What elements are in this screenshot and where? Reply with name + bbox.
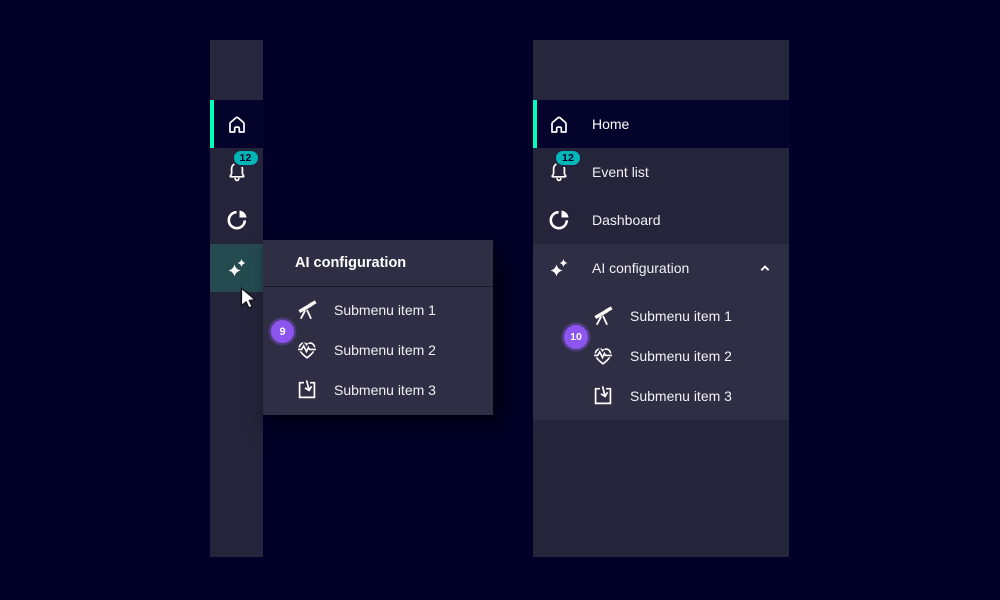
nav-item-label: AI configuration: [592, 260, 689, 276]
telescope-icon: [295, 298, 319, 322]
bell-icon-wrap: 12: [225, 160, 249, 184]
heart-pulse-icon: [295, 338, 319, 362]
submenu-item-3[interactable]: Submenu item 3: [533, 376, 789, 416]
expanded-sidebar: Home 12 Event list Dashb: [533, 40, 789, 557]
expanded-sidebar-header: [533, 40, 789, 100]
nav-item-label: Home: [592, 116, 629, 132]
telescope-icon: [591, 304, 615, 328]
app-background: 12 AI configuration: [0, 0, 1000, 600]
submenu-item-label: Submenu item 1: [630, 308, 732, 324]
step-badge-9: 9: [271, 320, 294, 343]
submenu-item-label: Submenu item 3: [630, 388, 732, 404]
home-icon: [547, 112, 571, 136]
ai-configuration-submenu: Submenu item 1 Submenu item 2: [533, 292, 789, 420]
flyout-item-label: Submenu item 2: [334, 342, 436, 358]
piechart-icon: [225, 208, 249, 232]
rail-item-dashboard[interactable]: [210, 196, 263, 244]
box-import-icon: [295, 378, 319, 402]
collapsed-sidebar-header: [210, 40, 263, 100]
sidebar-filler: [533, 420, 789, 557]
nav-item-home[interactable]: Home: [533, 100, 789, 148]
nav-item-dashboard[interactable]: Dashboard: [533, 196, 789, 244]
nav-item-label: Dashboard: [592, 212, 661, 228]
heart-pulse-icon: [591, 344, 615, 368]
flyout-item-submenu-3[interactable]: Submenu item 3: [263, 370, 493, 410]
mouse-cursor: [236, 285, 262, 316]
chevron-up-icon[interactable]: [755, 258, 775, 278]
box-import-icon: [591, 384, 615, 408]
step-badge-10: 10: [564, 325, 588, 349]
sparkle-icon: [225, 256, 249, 280]
submenu-item-label: Submenu item 2: [630, 348, 732, 364]
bell-icon-wrap: 12: [547, 160, 571, 184]
flyout-title: AI configuration: [263, 240, 493, 287]
flyout-item-submenu-1[interactable]: Submenu item 1: [263, 290, 493, 330]
home-icon: [225, 112, 249, 136]
flyout-item-label: Submenu item 1: [334, 302, 436, 318]
nav-item-label: Event list: [592, 164, 649, 180]
nav-item-event-list[interactable]: 12 Event list: [533, 148, 789, 196]
active-indicator: [210, 100, 214, 148]
notification-badge: 12: [232, 149, 260, 167]
flyout-item-label: Submenu item 3: [334, 382, 436, 398]
active-indicator: [533, 100, 537, 148]
rail-item-home[interactable]: [210, 100, 263, 148]
flyout-items: Submenu item 1 Submenu item 2: [263, 287, 493, 410]
ai-configuration-flyout: AI configuration Submenu item 1: [263, 240, 493, 415]
nav-item-ai-configuration[interactable]: AI configuration: [533, 244, 789, 292]
rail-item-event-list[interactable]: 12: [210, 148, 263, 196]
sparkle-icon: [547, 256, 571, 280]
notification-badge: 12: [554, 149, 582, 167]
piechart-icon: [547, 208, 571, 232]
flyout-item-submenu-2[interactable]: Submenu item 2: [263, 330, 493, 370]
